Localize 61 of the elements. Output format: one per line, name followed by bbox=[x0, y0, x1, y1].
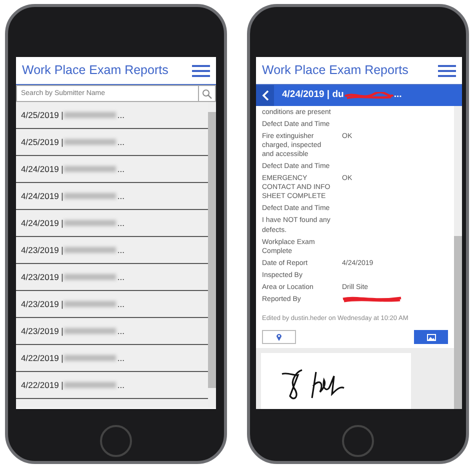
location-button[interactable] bbox=[262, 330, 296, 344]
blurred-text bbox=[64, 112, 116, 118]
blurred-text bbox=[64, 193, 116, 199]
app-title: Work Place Exam Reports bbox=[262, 62, 408, 80]
blurred-text bbox=[64, 301, 116, 307]
report-date: 4/23/2019 | bbox=[21, 270, 64, 284]
report-date: 4/23/2019 | bbox=[21, 244, 64, 256]
report-row[interactable]: 4/23/2019 | ... bbox=[16, 264, 208, 291]
ellipsis-text: ... bbox=[117, 244, 124, 256]
ellipsis-text: ... bbox=[117, 324, 124, 338]
scrollbar[interactable] bbox=[454, 106, 462, 409]
report-date: 4/23/2019 | bbox=[21, 324, 64, 338]
back-icon bbox=[262, 90, 268, 101]
ellipsis-text: ... bbox=[117, 108, 124, 122]
ellipsis-text: ... bbox=[117, 216, 124, 230]
signature-pad[interactable] bbox=[261, 353, 411, 409]
ellipsis-text: ... bbox=[117, 352, 124, 364]
report-row[interactable]: 4/23/2019 | ... bbox=[16, 237, 208, 264]
blurred-text bbox=[64, 274, 116, 280]
report-row[interactable]: 4/25/2019 | ... bbox=[16, 129, 208, 156]
report-row[interactable]: 4/23/2019 | ... bbox=[16, 291, 208, 318]
back-button[interactable] bbox=[256, 85, 274, 106]
ellipsis-text: ... bbox=[117, 136, 124, 148]
pin-icon bbox=[276, 333, 282, 342]
ellipsis-text: ... bbox=[117, 162, 124, 176]
image-button[interactable] bbox=[414, 330, 448, 344]
blurred-text bbox=[64, 247, 116, 253]
ellipsis-text: ... bbox=[117, 378, 124, 392]
ellipsis-text: ... bbox=[117, 270, 124, 284]
ellipsis-text: ... bbox=[117, 190, 124, 202]
blurred-text bbox=[64, 166, 116, 172]
blurred-text bbox=[64, 382, 116, 388]
menu-icon[interactable] bbox=[438, 64, 456, 76]
report-date: 4/23/2019 | bbox=[21, 298, 64, 310]
blurred-text bbox=[64, 220, 116, 226]
report-date: 4/24/2019 | bbox=[21, 216, 64, 230]
report-date: 4/22/2019 | bbox=[21, 352, 64, 364]
blurred-text bbox=[64, 139, 116, 145]
report-date: 4/22/2019 | bbox=[21, 378, 64, 392]
report-date: 4/25/2019 | bbox=[21, 108, 64, 122]
ellipsis-text: ... bbox=[394, 88, 402, 102]
report-row[interactable]: 4/24/2019 | ... bbox=[16, 183, 208, 210]
search-icon bbox=[202, 88, 212, 98]
ellipsis-text: ... bbox=[117, 298, 124, 310]
redaction-scribble bbox=[344, 92, 394, 100]
app-title: Work Place Exam Reports bbox=[22, 62, 168, 80]
menu-icon[interactable] bbox=[192, 64, 210, 76]
report-row[interactable]: 4/25/2019 | ... bbox=[16, 102, 208, 129]
report-row[interactable]: 4/23/2019 | ... bbox=[16, 318, 208, 345]
report-heading: 4/24/2019 | du bbox=[282, 88, 344, 102]
report-date: 4/24/2019 | bbox=[21, 190, 64, 202]
image-icon bbox=[426, 334, 436, 341]
search-button[interactable] bbox=[199, 85, 216, 102]
blurred-text bbox=[64, 328, 116, 334]
report-row[interactable]: 4/22/2019 | ... bbox=[16, 372, 208, 399]
report-date: 4/25/2019 | bbox=[21, 136, 64, 148]
report-row[interactable]: 4/24/2019 | ... bbox=[16, 210, 208, 237]
report-date: 4/24/2019 | bbox=[21, 162, 64, 176]
report-row[interactable]: 4/24/2019 | ... bbox=[16, 156, 208, 183]
report-row[interactable]: 4/22/2019 | ... bbox=[16, 345, 208, 372]
blurred-text bbox=[64, 355, 116, 361]
